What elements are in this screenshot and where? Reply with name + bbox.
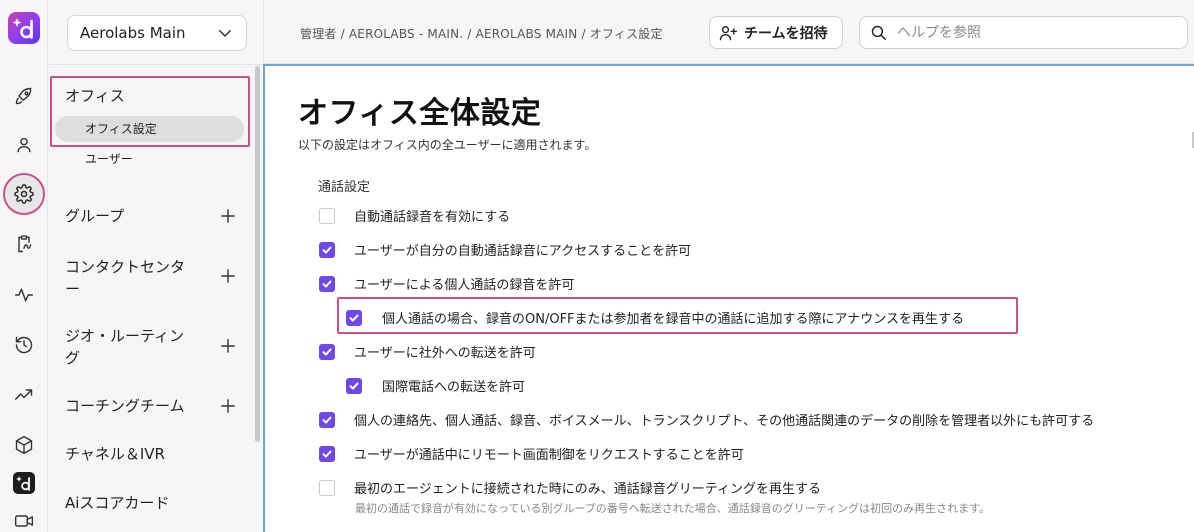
setting-row[interactable]: 個人の連絡先、個人通話、録音、ボイスメール、トランスクリプト、その他通話関連のデ… [319, 410, 1094, 429]
trending-icon[interactable] [11, 382, 37, 408]
sidebar-section-channels-ivr[interactable]: チャネル＆IVR [65, 444, 165, 464]
setting-row[interactable]: 自動通話録音を有効にする [319, 206, 510, 225]
invite-team-button[interactable]: チームを招待 [709, 16, 843, 49]
workspace-selector[interactable]: Aerolabs Main [67, 15, 247, 51]
app-logo-icon[interactable] [8, 12, 40, 44]
setting-label: ユーザーが自分の自動通話録音にアクセスすることを許可 [354, 244, 692, 259]
setting-row[interactable]: 個人通話の場合、録音のON/OFFまたは参加者を録音中の通話に追加する際にアナウ… [346, 308, 964, 327]
sidebar-item-users[interactable]: ユーザー [85, 151, 133, 167]
main-content: オフィス全体設定 以下の設定はオフィス内の全ユーザーに適用されます。 通話設定 … [263, 64, 1194, 532]
sidebar-scrollbar[interactable] [255, 66, 260, 442]
page-title: オフィス全体設定 [298, 96, 542, 131]
check-icon [349, 382, 359, 390]
setting-row[interactable]: 国際電話への転送を許可 [346, 376, 525, 395]
search-icon [871, 25, 886, 40]
person-icon[interactable] [11, 132, 37, 158]
check-icon [322, 280, 332, 288]
checkbox[interactable] [346, 309, 362, 326]
sidebar-section-coaching-teams[interactable]: コーチングチーム [65, 396, 185, 416]
sidebar-item-office-settings[interactable]: オフィス設定 [55, 116, 244, 142]
setting-label: 国際電話への転送を許可 [382, 380, 526, 395]
setting-row[interactable]: ユーザーが自分の自動通話録音にアクセスすることを許可 [319, 240, 691, 259]
plus-icon[interactable] [220, 208, 236, 224]
sidebar-section-office[interactable]: オフィス [65, 86, 125, 106]
gear-icon[interactable] [3, 173, 45, 215]
video-icon[interactable] [11, 508, 37, 532]
checkbox[interactable] [319, 445, 335, 462]
setting-row[interactable]: 最初のエージェントに接続された時にのみ、通話録音グリーティングを再生する [319, 478, 821, 497]
sidebar-section-groups[interactable]: グループ [65, 206, 124, 226]
check-icon [322, 416, 332, 424]
check-icon [322, 246, 332, 254]
history-icon[interactable] [11, 332, 37, 358]
checkbox[interactable] [319, 275, 335, 292]
checkbox[interactable] [319, 207, 335, 224]
checkbox[interactable] [319, 479, 335, 496]
check-icon [322, 450, 332, 458]
checkbox[interactable] [346, 377, 362, 394]
add-user-icon [719, 25, 738, 40]
section-title-call-settings: 通話設定 [318, 180, 371, 195]
chevron-down-icon [219, 30, 231, 37]
clipboard-icon[interactable] [11, 231, 37, 257]
brand-d-icon[interactable] [13, 472, 35, 494]
sidebar-section-geo-routing[interactable]: ジオ・ルーティング [65, 325, 195, 369]
invite-team-label: チームを招待 [744, 25, 828, 42]
setting-label: ユーザーによる個人通話の録音を許可 [354, 278, 575, 293]
checkbox[interactable] [319, 411, 335, 428]
check-icon [322, 348, 332, 356]
setting-row[interactable]: ユーザーが通話中にリモート画面制御をリクエストすることを許可 [319, 444, 744, 463]
box-icon[interactable] [11, 432, 37, 458]
checkbox[interactable] [319, 241, 335, 258]
rocket-icon[interactable] [11, 83, 37, 109]
setting-label: ユーザーに社外への転送を許可 [354, 346, 536, 361]
icon-rail [0, 0, 48, 532]
setting-label: 個人の連絡先、個人通話、録音、ボイスメール、トランスクリプト、その他通話関連のデ… [354, 414, 1095, 429]
plus-icon[interactable] [220, 398, 236, 414]
plus-icon[interactable] [220, 268, 236, 284]
setting-row[interactable]: ユーザーによる個人通話の録音を許可 [319, 274, 574, 293]
page-description: 以下の設定はオフィス内の全ユーザーに適用されます。 [298, 138, 597, 152]
settings-sidebar: Aerolabs Main オフィス オフィス設定 ユーザー グループ コンタク… [48, 0, 264, 532]
setting-label: ユーザーが通話中にリモート画面制御をリクエストすることを許可 [354, 448, 744, 463]
help-search[interactable] [859, 16, 1188, 49]
checkbox[interactable] [319, 343, 335, 360]
breadcrumb: 管理者 / AEROLABS - MAIN. / AEROLABS MAIN /… [300, 27, 663, 41]
help-search-input[interactable] [897, 24, 1167, 41]
sidebar-divider [48, 64, 264, 65]
plus-icon[interactable] [220, 338, 236, 354]
sidebar-section-contact-center[interactable]: コンタクトセンター [65, 256, 195, 300]
setting-label: 自動通話録音を有効にする [354, 210, 511, 225]
setting-label: 個人通話の場合、録音のON/OFFまたは参加者を録音中の通話に追加する際にアナウ… [382, 312, 965, 327]
workspace-name: Aerolabs Main [80, 24, 186, 42]
check-icon [349, 314, 359, 322]
setting-label: 最初のエージェントに接続された時にのみ、通話録音グリーティングを再生する [354, 482, 821, 497]
activity-icon[interactable] [11, 282, 37, 308]
setting-row[interactable]: ユーザーに社外への転送を許可 [319, 342, 536, 361]
top-bar: 管理者 / AEROLABS - MAIN. / AEROLABS MAIN /… [264, 0, 1194, 64]
sidebar-section-ai-scorecard[interactable]: Aiスコアカード [65, 493, 169, 513]
setting-help-text: 最初の通話で録音が有効になっている別グループの番号へ転送された場合、通話録音のグ… [355, 502, 991, 515]
